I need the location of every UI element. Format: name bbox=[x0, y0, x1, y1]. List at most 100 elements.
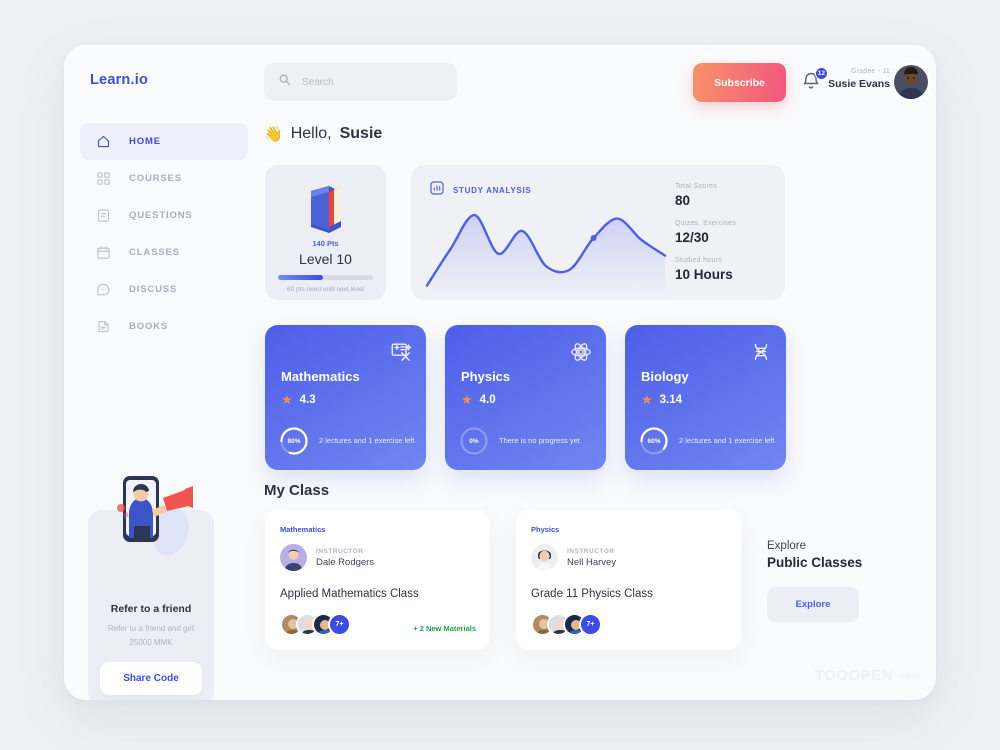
share-code-button[interactable]: Share Code bbox=[100, 662, 202, 695]
course-name: Biology bbox=[641, 369, 689, 384]
refer-subtitle: Refer to a friend and get 25000 MMK bbox=[107, 624, 195, 647]
refer-a-friend-card: Refer to a friend Refer to a friend and … bbox=[88, 476, 214, 700]
watermark-domain: .com bbox=[896, 670, 920, 681]
sidebar-nav: HOME COURSES QUESTIONS CLASSES DISCUSS B… bbox=[80, 123, 248, 345]
course-rating: ★ 3.14 bbox=[641, 393, 682, 406]
sidebar: Learn.io HOME COURSES QUESTIONS CLASSES … bbox=[64, 45, 264, 700]
course-note: There is no progress yet bbox=[499, 436, 580, 446]
course-card-physics[interactable]: Physics ★ 4.0 0% There is no progress ye… bbox=[445, 325, 606, 470]
rating-value: 3.14 bbox=[659, 393, 683, 406]
math-board-icon bbox=[390, 341, 412, 368]
user-grade: Gradee - 11 bbox=[850, 68, 890, 75]
brand-logo[interactable]: Learn.io bbox=[90, 72, 148, 88]
refer-title: Refer to a friend bbox=[110, 603, 192, 615]
member-count-more: 7+ bbox=[328, 613, 351, 636]
level-points: 140 Pts bbox=[312, 239, 339, 248]
class-card[interactable]: Mathematics INSTRUCTOR Dale Rodgers Appl… bbox=[265, 510, 490, 650]
home-icon bbox=[96, 134, 111, 149]
sidebar-item-discuss[interactable]: DISCUSS bbox=[80, 271, 248, 308]
level-note: 60 pts need until next level bbox=[287, 286, 364, 293]
course-card-mathematics[interactable]: Mathematics ★ 4.3 80% 2 lectures and 1 e… bbox=[265, 325, 426, 470]
sidebar-item-label: BOOKS bbox=[129, 321, 169, 332]
sidebar-item-label: COURSES bbox=[129, 173, 182, 184]
study-stats: Total Scores 80 Quizes, Exercises 12/30 … bbox=[675, 183, 767, 282]
instructor-avatar bbox=[531, 544, 558, 571]
stat-studied-hours: Studied hours 10 Hours bbox=[675, 257, 767, 282]
sidebar-item-courses[interactable]: COURSES bbox=[80, 160, 248, 197]
instructor-name: Nell Harvey bbox=[567, 556, 617, 568]
course-note: 2 lectures and 1 exercise left bbox=[679, 436, 775, 446]
progress-percent: 80% bbox=[287, 437, 301, 445]
megaphone-person-illustration bbox=[117, 476, 193, 556]
rating-value: 4.0 bbox=[479, 393, 496, 406]
stat-label: Quizes, Exercises bbox=[675, 220, 737, 227]
dna-icon bbox=[750, 341, 772, 368]
stat-quizes-exercises: Quizes, Exercises 12/30 bbox=[675, 220, 767, 245]
progress-percent: 60% bbox=[647, 437, 661, 445]
progress-ring: 60% bbox=[639, 426, 669, 456]
class-name: Grade 11 Physics Class bbox=[531, 588, 653, 600]
course-footer: 0% There is no progress yet bbox=[459, 426, 596, 456]
sidebar-item-questions[interactable]: QUESTIONS bbox=[80, 197, 248, 234]
explore-public-classes: Explore Public Classes Explore bbox=[767, 540, 907, 622]
class-subject: Physics bbox=[531, 525, 560, 534]
study-analysis-title: STUDY ANALYSIS bbox=[453, 186, 532, 195]
new-materials-badge: + 2 New Materials bbox=[413, 624, 476, 633]
search-icon bbox=[278, 73, 291, 91]
book-icon bbox=[310, 186, 341, 233]
sidebar-item-classes[interactable]: CLASSES bbox=[80, 234, 248, 271]
explore-button[interactable]: Explore bbox=[767, 587, 859, 622]
watermark-name: TOOOPEN bbox=[814, 667, 893, 684]
sidebar-item-label: QUESTIONS bbox=[129, 210, 193, 221]
avatar[interactable] bbox=[894, 65, 928, 99]
level-number: Level 10 bbox=[299, 251, 352, 267]
stat-label: Studied hours bbox=[675, 257, 723, 264]
user-info[interactable]: Gradee - 11 Susie Evans bbox=[824, 68, 890, 90]
member-avatar-stack[interactable]: 7+ bbox=[531, 613, 602, 636]
sidebar-item-home[interactable]: HOME bbox=[80, 123, 248, 160]
stat-total-scores: Total Scores 80 bbox=[675, 183, 767, 208]
explore-title: Public Classes bbox=[767, 555, 863, 570]
star-icon: ★ bbox=[641, 392, 653, 407]
study-analysis-chart bbox=[421, 195, 671, 295]
star-icon: ★ bbox=[281, 392, 293, 407]
level-progress-bar bbox=[278, 275, 373, 280]
search-input[interactable] bbox=[302, 76, 443, 88]
class-instructor: INSTRUCTOR Nell Harvey bbox=[531, 544, 616, 571]
course-footer: 80% 2 lectures and 1 exercise left bbox=[279, 426, 416, 456]
grid-icon bbox=[96, 171, 111, 186]
course-name: Mathematics bbox=[281, 369, 360, 384]
class-name: Applied Mathematics Class bbox=[280, 588, 419, 600]
search-bar[interactable] bbox=[264, 63, 457, 101]
explore-kicker: Explore bbox=[767, 540, 806, 552]
user-name: Susie Evans bbox=[828, 78, 890, 90]
book-doc-icon bbox=[96, 319, 111, 334]
instructor-role: INSTRUCTOR bbox=[316, 547, 364, 555]
watermark: TOOOPEN .com bbox=[815, 667, 920, 684]
study-analysis-card: STUDY ANALYSIS Total Scores 80 Quizes, E… bbox=[411, 165, 785, 300]
instructor-name: Dale Rodgers bbox=[316, 556, 375, 568]
class-subject: Mathematics bbox=[280, 525, 326, 534]
sidebar-item-label: HOME bbox=[129, 136, 161, 147]
class-instructor: INSTRUCTOR Dale Rodgers bbox=[280, 544, 374, 571]
instructor-role: INSTRUCTOR bbox=[567, 547, 615, 555]
course-footer: 60% 2 lectures and 1 exercise left bbox=[639, 426, 776, 456]
notification-bell[interactable]: 12 bbox=[801, 67, 828, 95]
star-icon: ★ bbox=[461, 392, 473, 407]
subscribe-button[interactable]: Subscribe bbox=[693, 63, 786, 102]
stat-value: 10 Hours bbox=[675, 267, 733, 282]
course-note: 2 lectures and 1 exercise left bbox=[319, 436, 415, 446]
calendar-icon bbox=[96, 245, 111, 260]
chat-bubble-icon bbox=[96, 282, 111, 297]
level-card: 140 Pts Level 10 60 pts need until next … bbox=[265, 165, 386, 300]
instructor-avatar bbox=[280, 544, 307, 571]
rating-value: 4.3 bbox=[299, 393, 316, 406]
course-name: Physics bbox=[461, 369, 511, 384]
my-class-heading: My Class bbox=[264, 482, 330, 499]
sidebar-item-label: CLASSES bbox=[129, 247, 180, 258]
sidebar-item-books[interactable]: BOOKS bbox=[80, 308, 248, 345]
member-avatar-stack[interactable]: 7+ bbox=[280, 613, 351, 636]
course-card-biology[interactable]: Biology ★ 3.14 60% 2 lectures and 1 exer… bbox=[625, 325, 786, 470]
class-card[interactable]: Physics INSTRUCTOR Nell Harvey Grade 11 … bbox=[516, 510, 741, 650]
course-rating: ★ 4.3 bbox=[281, 393, 316, 406]
